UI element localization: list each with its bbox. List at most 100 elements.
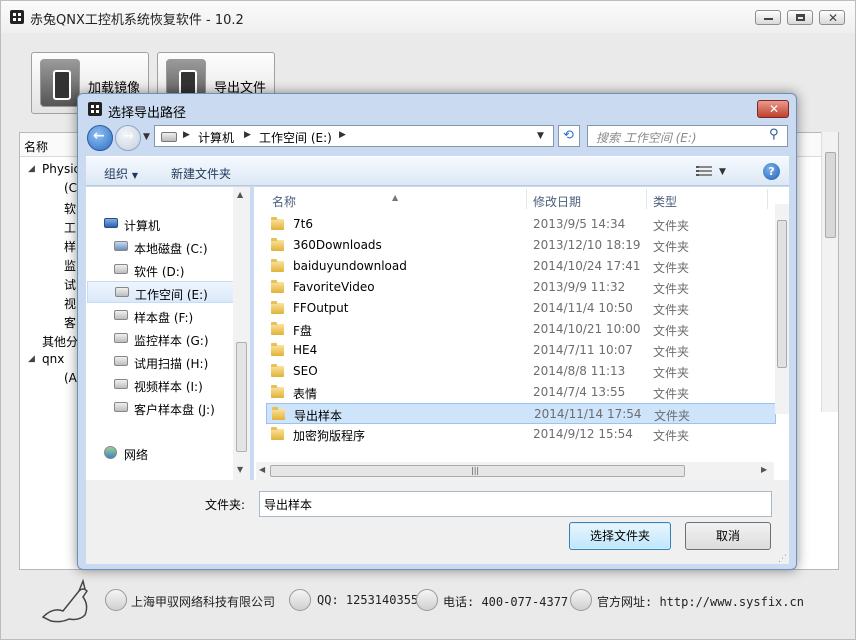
address-bar[interactable]: ▶ 计算机 ▶ 工作空间 (E:) ▶ ▼ (154, 125, 554, 147)
maximize-button[interactable] (787, 10, 813, 25)
forward-button[interactable]: → (115, 125, 141, 151)
back-button[interactable]: ← (87, 125, 113, 151)
scroll-left-icon[interactable]: ◀ (259, 465, 265, 474)
tree-item[interactable]: 其他分 (42, 333, 78, 350)
select-folder-button[interactable]: 选择文件夹 (569, 522, 671, 550)
tree-scrollbar[interactable] (821, 132, 838, 412)
scrollbar-thumb[interactable] (777, 220, 787, 368)
folder-name-input[interactable]: 导出样本 (259, 491, 772, 517)
folder-icon (271, 364, 284, 377)
view-options-icon[interactable] (696, 166, 712, 178)
search-input[interactable]: 搜索 工作空间 (E:) ⚲ (587, 125, 788, 147)
help-icon[interactable]: ? (763, 163, 780, 180)
file-row[interactable]: baiduyundownload 2014/10/24 17:41 文件夹 (266, 256, 776, 277)
dialog-close-button[interactable]: ✕ (757, 100, 789, 118)
scrollbar-thumb[interactable] (825, 152, 836, 238)
drive-icon (161, 132, 177, 142)
breadcrumb-workspace[interactable]: 工作空间 (E:) (259, 129, 332, 146)
file-row[interactable]: FavoriteVideo 2013/9/9 11:32 文件夹 (266, 277, 776, 298)
file-row[interactable]: SEO 2014/8/8 11:13 文件夹 (266, 361, 776, 382)
nav-drive-selected[interactable]: 工作空间 (E:) (87, 281, 237, 303)
tree-item[interactable]: 工 (64, 219, 76, 236)
file-row[interactable]: HE4 2014/7/11 10:07 文件夹 (266, 340, 776, 361)
organize-menu[interactable]: 组织 ▼ (104, 165, 138, 182)
file-list-horizontal-scrollbar[interactable]: ◀ ||| ▶ (256, 462, 774, 480)
file-date: 2014/10/24 17:41 (533, 259, 641, 273)
nav-drive[interactable]: 客户样本盘 (J:) (86, 397, 236, 419)
file-row[interactable]: FFOutput 2014/11/4 10:50 文件夹 (266, 298, 776, 319)
scroll-right-icon[interactable]: ▶ (761, 465, 767, 474)
scrollbar-thumb[interactable] (236, 342, 247, 452)
tree-item[interactable]: 样 (64, 238, 76, 255)
file-list-vertical-scrollbar[interactable] (775, 204, 789, 414)
sort-ascending-icon: ▲ (392, 193, 399, 202)
file-date: 2014/7/11 10:07 (533, 343, 633, 357)
nav-network-label: 网络 (124, 448, 149, 462)
file-row[interactable]: 7t6 2013/9/5 14:34 文件夹 (266, 214, 776, 235)
address-dropdown-icon[interactable]: ▼ (537, 131, 544, 141)
close-button[interactable]: ✕ (819, 10, 845, 25)
nav-network[interactable]: 网络 (86, 442, 236, 464)
expand-arrow-icon[interactable]: ◢ (28, 164, 35, 174)
nav-computer[interactable]: 计算机 (86, 213, 236, 235)
history-dropdown-icon[interactable]: ▼ (143, 132, 150, 142)
folder-icon (271, 259, 284, 272)
tree-item[interactable]: 试 (64, 276, 76, 293)
breadcrumb-computer[interactable]: 计算机 (198, 129, 234, 146)
phone-icon (416, 589, 438, 611)
close-icon: ✕ (769, 102, 780, 116)
file-type: 文件夹 (653, 324, 690, 338)
nav-drive[interactable]: 本地磁盘 (C:) (86, 236, 236, 258)
nav-drive[interactable]: 软件 (D:) (86, 259, 236, 281)
tree-item[interactable]: 客 (64, 314, 76, 331)
breadcrumb-separator-icon[interactable]: ▶ (339, 130, 346, 140)
expand-arrow-icon[interactable]: ◢ (28, 354, 35, 364)
file-row[interactable]: 加密狗版程序 2014/9/12 15:54 文件夹 (266, 424, 776, 445)
file-row[interactable]: 表情 2014/7/4 13:55 文件夹 (266, 382, 776, 403)
scroll-up-icon[interactable]: ▲ (237, 190, 243, 199)
nav-drive[interactable]: 样本盘 (F:) (86, 305, 236, 327)
tree-item[interactable]: Physic (42, 162, 80, 176)
tree-item[interactable]: qnx (42, 352, 64, 366)
search-icon[interactable]: ⚲ (769, 127, 779, 142)
tree-item[interactable]: 监 (64, 257, 76, 274)
minimize-button[interactable] (755, 10, 781, 25)
column-divider[interactable] (767, 189, 768, 209)
disk-image-icon (40, 59, 80, 107)
forward-arrow-icon: → (123, 129, 134, 144)
breadcrumb-separator-icon[interactable]: ▶ (183, 130, 190, 140)
column-type[interactable]: 类型 (653, 193, 677, 210)
drive-icon (115, 287, 129, 297)
website-link[interactable]: 官方网址: http://www.sysfix.cn (597, 593, 804, 610)
phone-number: 电话: 400-077-4377 (443, 595, 569, 609)
new-folder-button[interactable]: 新建文件夹 (171, 165, 231, 182)
scrollbar-thumb[interactable]: ||| (270, 465, 685, 477)
app-icon (10, 10, 24, 24)
nav-pane-scrollbar[interactable]: ▲ ▼ (233, 187, 250, 480)
column-divider[interactable] (646, 189, 647, 209)
nav-drive-label: 视频样本 (I:) (134, 380, 203, 394)
column-date[interactable]: 修改日期 (533, 193, 581, 210)
column-divider[interactable] (526, 189, 527, 209)
main-window-title: 赤兔QNX工控机系统恢复软件 - 10.2 (30, 13, 244, 28)
refresh-button[interactable]: ⟲ (558, 125, 580, 147)
file-row[interactable]: F盘 2014/10/21 10:00 文件夹 (266, 319, 776, 340)
breadcrumb-separator-icon[interactable]: ▶ (244, 130, 251, 140)
nav-drive[interactable]: 视频样本 (I:) (86, 374, 236, 396)
nav-drive[interactable]: 试用扫描 (H:) (86, 351, 236, 373)
folder-icon (271, 385, 284, 398)
resize-grip-icon[interactable]: ⋰ (778, 554, 787, 564)
scroll-down-icon[interactable]: ▼ (237, 465, 243, 474)
grip-icon: ||| (471, 466, 480, 475)
main-title-bar: 赤兔QNX工控机系统恢复软件 - 10.2 ✕ (1, 1, 855, 33)
view-dropdown-icon[interactable]: ▼ (719, 167, 726, 177)
tree-item[interactable]: 软 (64, 200, 76, 217)
file-name: 360Downloads (293, 238, 382, 252)
status-bar: 上海甲驭网络科技有限公司 QQ: 1253140355 电话: 400-077-… (1, 573, 855, 633)
column-name[interactable]: 名称 (272, 193, 296, 210)
tree-item[interactable]: 视 (64, 295, 76, 312)
file-row[interactable]: 360Downloads 2013/12/10 18:19 文件夹 (266, 235, 776, 256)
cancel-button[interactable]: 取消 (685, 522, 771, 550)
file-row-selected[interactable]: 导出样本 2014/11/14 17:54 文件夹 (266, 403, 776, 424)
nav-drive[interactable]: 监控样本 (G:) (86, 328, 236, 350)
